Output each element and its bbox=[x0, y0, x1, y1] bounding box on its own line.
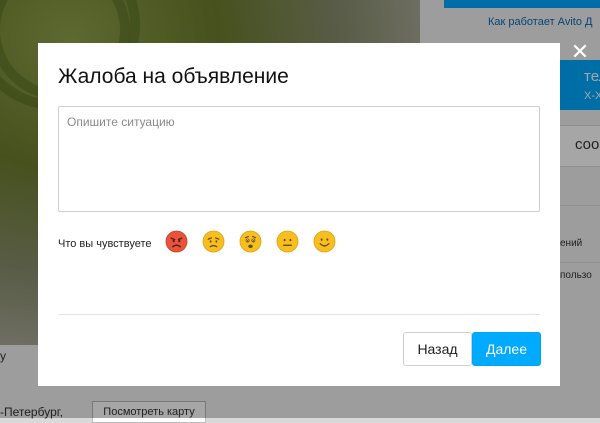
footer-divider bbox=[58, 314, 540, 315]
feelings-label: Что вы чувствуете bbox=[58, 238, 152, 250]
complaint-dialog: Жалоба на объявление Что вы чувствуете bbox=[38, 43, 560, 386]
next-button[interactable]: Далее bbox=[472, 332, 541, 366]
back-button[interactable]: Назад bbox=[403, 332, 472, 366]
dialog-title: Жалоба на объявление bbox=[58, 65, 289, 88]
sad-face-icon[interactable] bbox=[202, 230, 225, 253]
happy-face-icon[interactable] bbox=[313, 230, 336, 253]
worried-face-icon[interactable] bbox=[239, 230, 262, 253]
angry-face-icon[interactable] bbox=[165, 230, 188, 253]
neutral-face-icon[interactable] bbox=[276, 230, 299, 253]
close-icon[interactable]: ✕ bbox=[570, 41, 590, 63]
situation-description-input[interactable] bbox=[58, 106, 540, 212]
